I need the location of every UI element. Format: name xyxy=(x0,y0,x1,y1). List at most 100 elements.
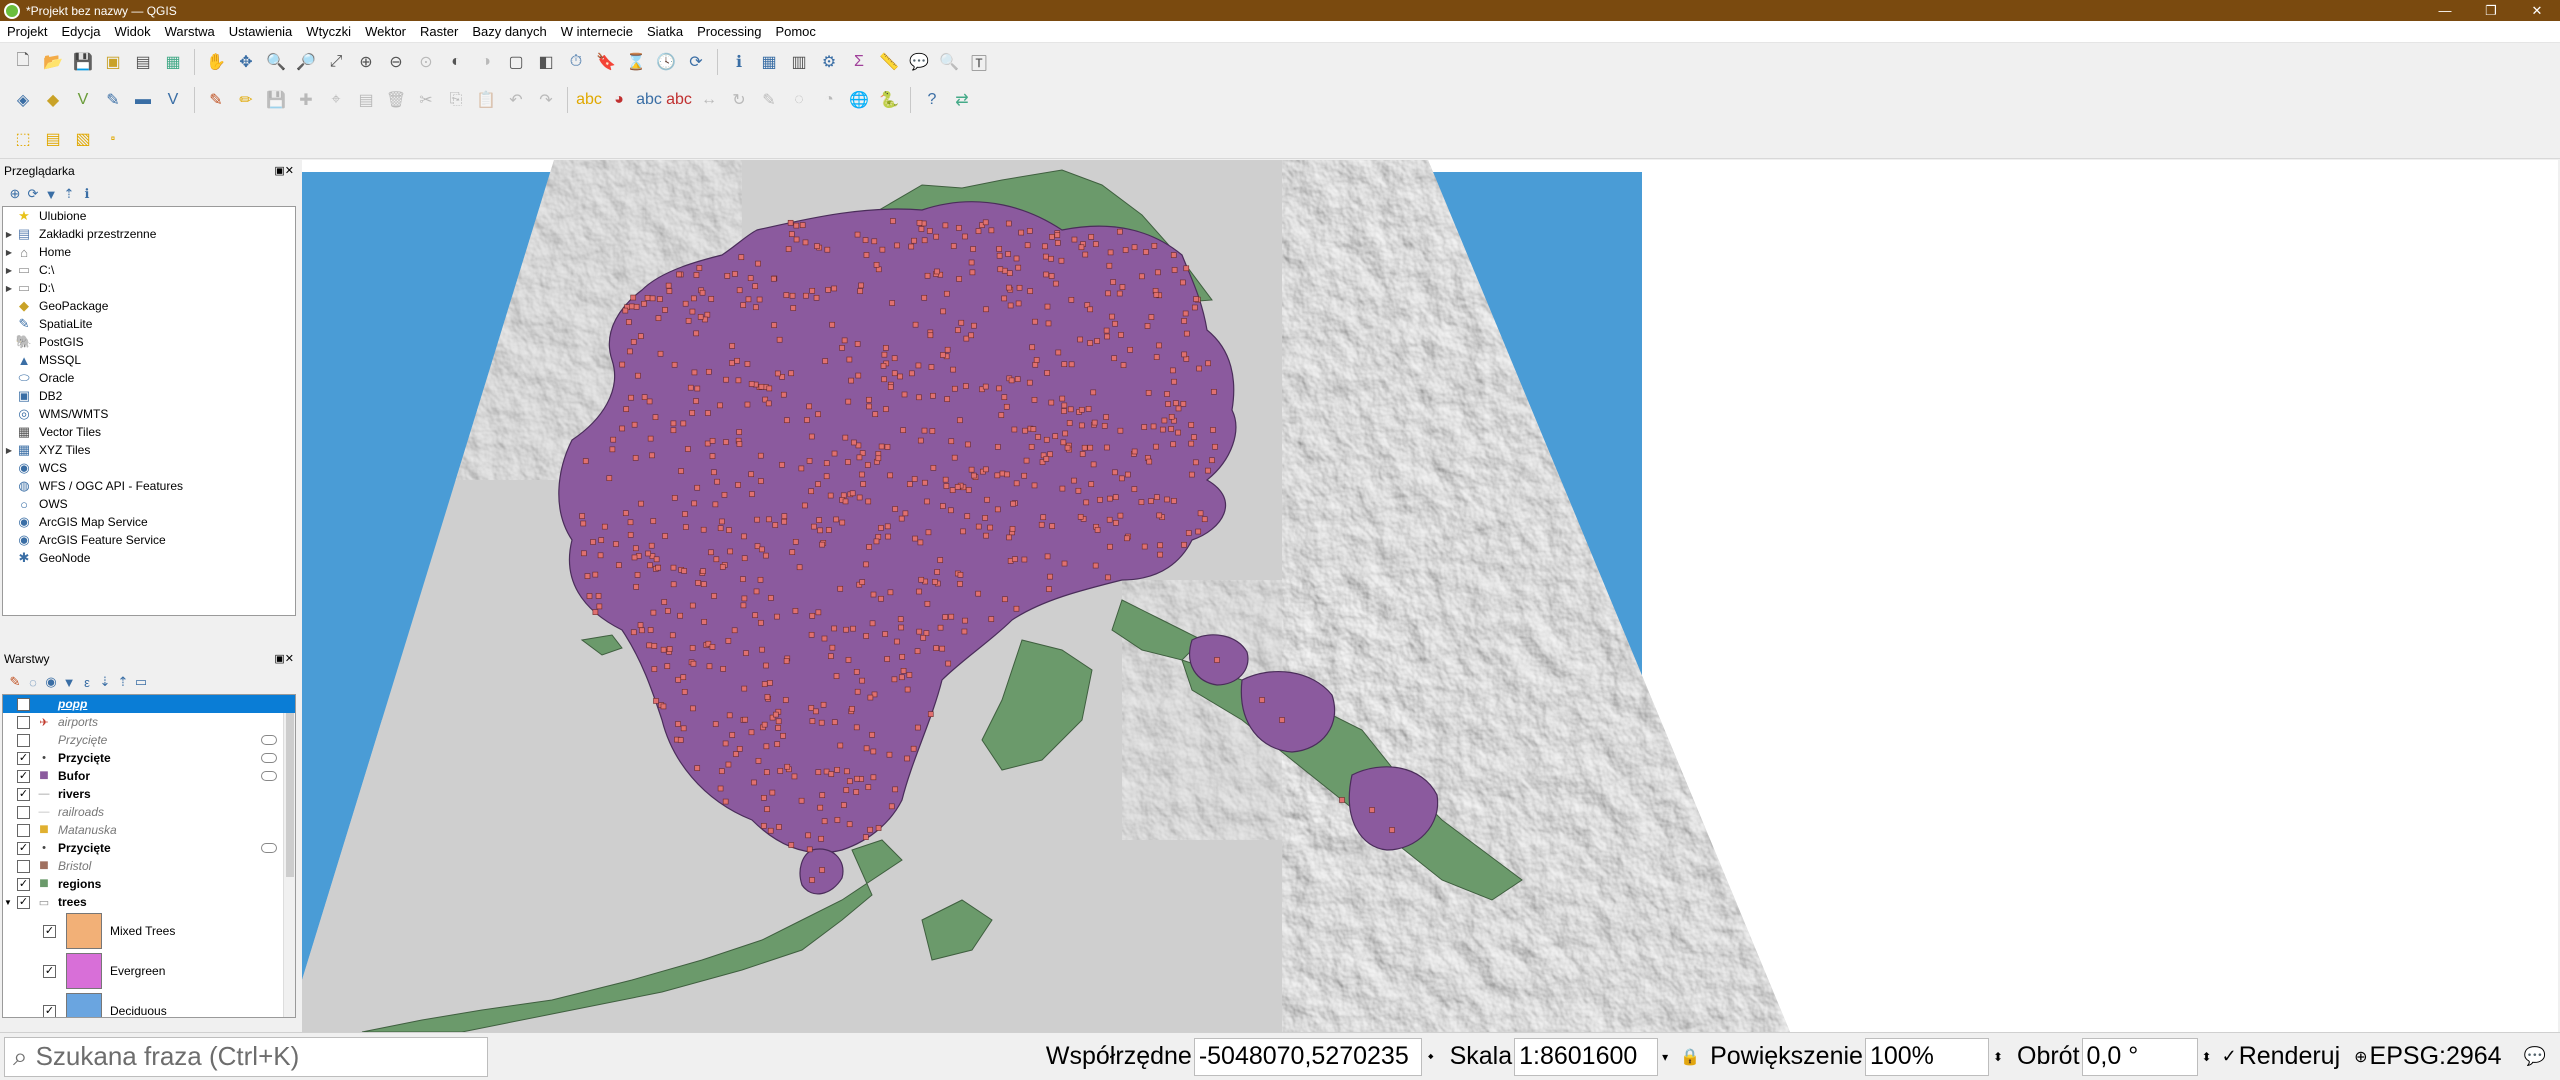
layer-item[interactable]: ✓ ■ Bufor xyxy=(3,767,295,785)
select-location-icon[interactable]: ⬞ xyxy=(100,126,126,152)
add-raster-icon[interactable]: ✎ xyxy=(100,87,126,113)
minimize-button[interactable]: — xyxy=(2422,0,2468,21)
cut-icon[interactable]: ✂ xyxy=(413,87,439,113)
layer-item[interactable]: ▼ ✓ ▭ trees xyxy=(3,893,295,911)
deselect-features-icon[interactable]: ▧ xyxy=(70,126,96,152)
select-features-icon[interactable]: ⬚ xyxy=(10,126,36,152)
rotate-label-icon[interactable]: ↻ xyxy=(726,87,752,113)
magnifier-field[interactable]: 100% xyxy=(1864,1037,1989,1076)
expand-all-icon[interactable]: ⇣ xyxy=(96,674,114,690)
label-tool-icon[interactable]: abc xyxy=(576,87,602,113)
digitize-icon[interactable]: ✎ xyxy=(203,87,229,113)
map-svg[interactable] xyxy=(302,160,2558,1032)
browser-item[interactable]: ▦ Vector Tiles xyxy=(3,423,295,441)
menu-item-7[interactable]: Raster xyxy=(413,24,465,39)
rotation-field[interactable]: 0,0 ° xyxy=(2081,1037,2198,1076)
layer-visibility-checkbox[interactable] xyxy=(17,697,30,711)
layer-item[interactable]: ✓ ■ regions xyxy=(3,875,295,893)
highlight-labels-icon[interactable]: abc xyxy=(666,87,692,113)
new-3d-view-icon[interactable]: ◧ xyxy=(533,49,559,75)
scale-dropdown-icon[interactable]: ▾ xyxy=(1662,1050,1668,1064)
undo-icon[interactable]: ↶ xyxy=(503,87,529,113)
pin-labels-icon[interactable]: abc xyxy=(636,87,662,113)
redo-icon[interactable]: ↷ xyxy=(533,87,559,113)
embedded-widget-icon[interactable] xyxy=(261,771,277,781)
legend-class-checkbox[interactable]: ✓ xyxy=(43,924,56,938)
collapse-all-icon[interactable]: ⇡ xyxy=(60,186,78,202)
python-console-icon[interactable]: 🐍 xyxy=(876,87,902,113)
layer-item[interactable]: Przycięte xyxy=(3,731,295,749)
menu-item-2[interactable]: Widok xyxy=(108,24,158,39)
legend-class-checkbox[interactable]: ✓ xyxy=(43,1004,56,1017)
new-map-view-icon[interactable]: ▢ xyxy=(503,49,529,75)
restore-button[interactable]: ❐ xyxy=(2468,0,2514,21)
filter-legend-icon[interactable]: ▼ xyxy=(60,675,78,690)
expand-arrow-icon[interactable]: ▶ xyxy=(3,230,15,239)
embedded-widget-icon[interactable] xyxy=(261,843,277,853)
add-virtual-layer-icon[interactable]: V xyxy=(160,87,186,113)
browser-item[interactable]: ▶ ▦ XYZ Tiles xyxy=(3,441,295,459)
layer-item[interactable]: ✓ • Przycięte xyxy=(3,749,295,767)
layer-visibility-checkbox[interactable] xyxy=(17,733,30,747)
layer-item[interactable]: ■ Matanuska xyxy=(3,821,295,839)
layer-item[interactable]: ■ Bristol xyxy=(3,857,295,875)
properties-icon[interactable]: ℹ xyxy=(78,186,96,202)
save-as-icon[interactable]: ▣ xyxy=(100,49,126,75)
menu-item-1[interactable]: Edycja xyxy=(54,24,107,39)
zoom-layer-icon[interactable]: ⊖ xyxy=(383,49,409,75)
processing-toolbox-icon[interactable]: ⚙ xyxy=(816,49,842,75)
legend-class-checkbox[interactable]: ✓ xyxy=(43,964,56,978)
rotation-spin-icon[interactable]: ⬍ xyxy=(2202,1050,2212,1064)
layer-item[interactable]: ✓ • Przycięte xyxy=(3,839,295,857)
menu-item-3[interactable]: Warstwa xyxy=(158,24,222,39)
delete-selected-icon[interactable]: 🗑 xyxy=(383,87,409,113)
add-group-icon[interactable]: ◌ xyxy=(24,675,42,690)
browser-item[interactable]: ▲ MSSQL xyxy=(3,351,295,369)
browser-item[interactable]: ▶ ⌂ Home xyxy=(3,243,295,261)
extents-toggle-icon[interactable]: ⬩ xyxy=(1428,1048,1434,1066)
show-hide-labels-icon[interactable]: ◌ xyxy=(786,87,812,113)
menu-item-6[interactable]: Wektor xyxy=(358,24,413,39)
pan-to-selection-icon[interactable]: ✥ xyxy=(233,49,259,75)
legend-class-item[interactable]: ✓ Mixed Trees xyxy=(3,911,295,951)
save-project-icon[interactable]: 💾 xyxy=(70,49,96,75)
select-by-value-icon[interactable]: ▤ xyxy=(40,126,66,152)
new-layer-icon[interactable]: ◆ xyxy=(40,87,66,113)
layer-item[interactable]: ✓ — rivers xyxy=(3,785,295,803)
messages-icon[interactable]: 💬 xyxy=(2524,1046,2546,1067)
render-checkbox[interactable]: ✓ xyxy=(2222,1046,2237,1067)
data-source-manager-icon[interactable]: ◈ xyxy=(10,87,36,113)
save-edits-icon[interactable]: 💾 xyxy=(263,87,289,113)
browser-item[interactable]: ⬭ Oracle xyxy=(3,369,295,387)
paste-icon[interactable]: 📋 xyxy=(473,87,499,113)
layer-visibility-checkbox[interactable]: ✓ xyxy=(17,877,30,891)
browser-item[interactable]: ◉ WCS xyxy=(3,459,295,477)
menu-item-12[interactable]: Pomoc xyxy=(768,24,822,39)
filter-browser-icon[interactable]: ▼ xyxy=(42,187,60,202)
menu-item-9[interactable]: W internecie xyxy=(554,24,640,39)
modify-attributes-icon[interactable]: ▤ xyxy=(353,87,379,113)
move-label-icon[interactable]: ↔ xyxy=(696,87,722,113)
legend-class-item[interactable]: ✓ Evergreen xyxy=(3,951,295,991)
layer-visibility-checkbox[interactable]: ✓ xyxy=(17,769,30,783)
zoom-in-icon[interactable]: 🔍 xyxy=(263,49,289,75)
layer-visibility-checkbox[interactable] xyxy=(17,859,30,873)
browser-item[interactable]: ✱ GeoNode xyxy=(3,549,295,567)
manage-visibility-icon[interactable]: ◉ xyxy=(42,674,60,690)
browser-item[interactable]: ◆ GeoPackage xyxy=(3,297,295,315)
layer-visibility-checkbox[interactable]: ✓ xyxy=(17,841,30,855)
embedded-widget-icon[interactable] xyxy=(261,735,277,745)
measure-icon[interactable]: 📏 xyxy=(876,49,902,75)
browser-item[interactable]: ◉ ArcGIS Feature Service xyxy=(3,531,295,549)
locate-icon[interactable]: 🔍 xyxy=(936,49,962,75)
layer-visibility-checkbox[interactable]: ✓ xyxy=(17,751,30,765)
bookmark-new-icon[interactable]: 🔖 xyxy=(593,49,619,75)
add-mesh-icon[interactable]: ▬ xyxy=(130,87,156,113)
zoom-last-icon[interactable]: ◐ xyxy=(443,49,469,75)
temporal-controller-icon[interactable]: ⏱ xyxy=(563,49,589,75)
locator-search[interactable]: ⌕ Szukana fraza (Ctrl+K) xyxy=(4,1036,488,1077)
map-tips-icon[interactable]: 💬 xyxy=(906,49,932,75)
browser-item[interactable]: ★ Ulubione xyxy=(3,207,295,225)
lock-scale-icon[interactable]: 🔒 xyxy=(1680,1047,1700,1067)
vertex-tool-icon[interactable]: ⌖ xyxy=(323,87,349,113)
